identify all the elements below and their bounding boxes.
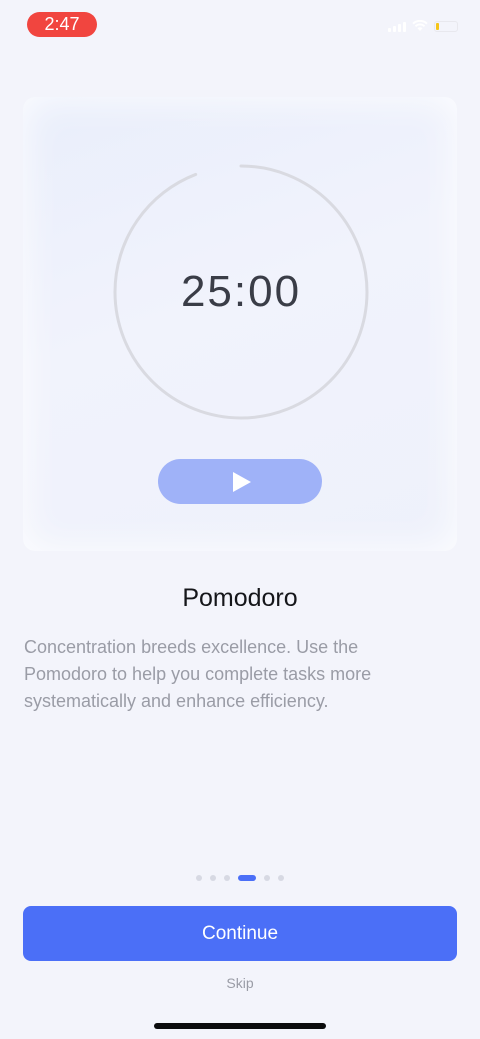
status-bar-icons: [388, 18, 458, 34]
play-button[interactable]: [158, 459, 322, 504]
page-description: Concentration breeds excellence. Use the…: [24, 637, 372, 711]
battery-icon: [434, 20, 458, 32]
page-dot: [196, 875, 202, 881]
page-dot: [224, 875, 230, 881]
page-dot: [210, 875, 216, 881]
continue-button[interactable]: Continue: [23, 906, 457, 961]
page-dot-active: [238, 875, 256, 881]
illustration-card: 25:00: [23, 97, 457, 551]
page-dot: [264, 875, 270, 881]
page-title: Pomodoro: [182, 584, 298, 612]
timer-display: 25:00: [180, 267, 302, 316]
page-dot: [278, 875, 284, 881]
wifi-icon: [412, 20, 428, 32]
status-bar-time: 2:47: [27, 12, 97, 37]
home-indicator: [154, 1023, 326, 1029]
signal-icon: [388, 20, 406, 32]
play-icon: [233, 471, 251, 492]
skip-link[interactable]: Skip: [0, 975, 480, 991]
page-indicator: [0, 875, 480, 881]
